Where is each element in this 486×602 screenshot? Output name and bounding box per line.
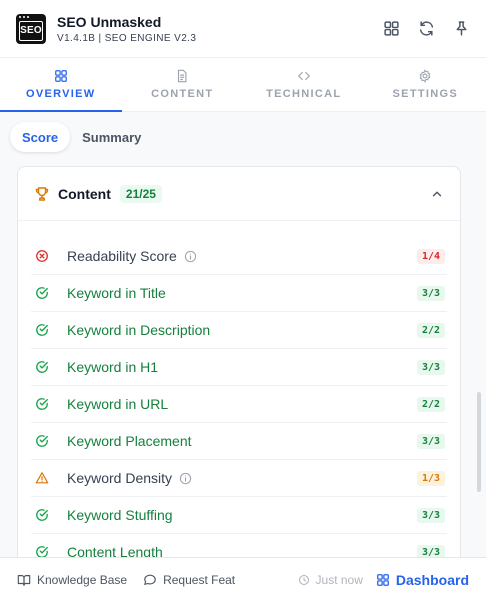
- check-row[interactable]: Keyword in Title 3/3: [31, 275, 447, 312]
- check-row[interactable]: Keyword in H1 3/3: [31, 349, 447, 386]
- footer-bar: Knowledge Base Request Feat Just now Das…: [0, 557, 486, 602]
- check-score-badge: 1/3: [416, 470, 445, 486]
- brand: SEO Unmasked V1.4.1B | SEO ENGINE V2.3: [57, 14, 196, 44]
- check-label: Readability Score: [67, 248, 177, 264]
- app-header: SEO SEO Unmasked V1.4.1B | SEO ENGINE V2…: [0, 0, 486, 58]
- chevron-up-icon[interactable]: [430, 187, 444, 201]
- grid-icon: [376, 574, 389, 586]
- check-label: Keyword Density: [67, 470, 173, 486]
- request-feature-label: Request Feat: [163, 573, 236, 587]
- tab-label: SETTINGS: [392, 88, 458, 100]
- tab-technical[interactable]: TECHNICAL: [243, 58, 365, 111]
- app-logo: SEO: [16, 13, 46, 44]
- check-row[interactable]: Readability Score 1/4: [31, 238, 447, 275]
- dashboard-button[interactable]: Dashboard: [376, 572, 469, 588]
- dashboard-label: Dashboard: [395, 572, 469, 588]
- check-score-badge: 1/4: [416, 248, 445, 264]
- clock-icon: [298, 574, 309, 586]
- check-circle-icon: [36, 509, 48, 521]
- pin-icon[interactable]: [453, 20, 470, 37]
- check-circle-icon: [36, 287, 48, 299]
- tab-content[interactable]: CONTENT: [122, 58, 244, 111]
- chat-icon: [144, 574, 156, 585]
- check-label: Keyword in Title: [67, 285, 166, 301]
- request-feature-link[interactable]: Request Feat: [143, 573, 235, 587]
- book-icon: [17, 575, 31, 586]
- checks-list: Readability Score 1/4 Keyword in Title 3/3 K…: [18, 221, 460, 565]
- check-row[interactable]: Keyword in Description 2/2: [31, 312, 447, 349]
- check-score-badge: 3/3: [416, 359, 445, 375]
- section-title: Content: [58, 185, 111, 202]
- section-score-badge: 21/25: [119, 184, 162, 203]
- logo-text: SEO: [19, 20, 43, 41]
- check-score-badge: 2/2: [416, 322, 445, 338]
- tab-label: OVERVIEW: [26, 88, 96, 100]
- check-score-badge: 3/3: [416, 433, 445, 449]
- main-tabs: OVERVIEW CONTENT TECHNICAL SETTINGS: [0, 58, 486, 112]
- subtab-score[interactable]: Score: [10, 122, 71, 152]
- tab-overview[interactable]: OVERVIEW: [0, 58, 122, 112]
- check-circle-icon: [36, 398, 48, 410]
- app-title: SEO Unmasked: [57, 13, 162, 30]
- check-circle-icon: [36, 361, 48, 373]
- refresh-icon[interactable]: [418, 20, 435, 37]
- check-label: Keyword in URL: [67, 396, 169, 412]
- document-icon: [178, 69, 187, 83]
- code-icon: [297, 71, 310, 81]
- check-score-badge: 3/3: [416, 507, 445, 523]
- knowledge-base-link[interactable]: Knowledge Base: [17, 573, 127, 587]
- check-label: Keyword in Description: [67, 322, 211, 338]
- x-circle-icon: [36, 250, 48, 262]
- check-row[interactable]: Keyword Density 1/3: [31, 460, 447, 497]
- section-header[interactable]: Content 21/25: [18, 167, 460, 221]
- tab-label: TECHNICAL: [266, 88, 342, 100]
- sub-tabs: Score Summary: [0, 112, 486, 164]
- check-label: Keyword Stuffing: [67, 507, 173, 523]
- grid-icon: [54, 70, 67, 82]
- subtab-summary[interactable]: Summary: [70, 122, 153, 152]
- check-circle-icon: [36, 324, 48, 336]
- app-version: V1.4.1B | SEO ENGINE V2.3: [57, 32, 197, 44]
- header-actions: [383, 20, 470, 37]
- trophy-icon: [35, 186, 49, 201]
- scrollbar-thumb[interactable]: [477, 392, 481, 492]
- check-row[interactable]: Keyword Placement 3/3: [31, 423, 447, 460]
- check-row[interactable]: Keyword Stuffing 3/3: [31, 497, 447, 534]
- check-circle-icon: [36, 435, 48, 447]
- knowledge-base-label: Knowledge Base: [37, 573, 128, 587]
- info-icon[interactable]: [179, 472, 192, 485]
- check-label: Keyword in H1: [67, 359, 159, 375]
- check-score-badge: 2/2: [416, 396, 445, 412]
- check-score-badge: 3/3: [416, 285, 445, 301]
- check-row[interactable]: Keyword in URL 2/2: [31, 386, 447, 423]
- info-icon[interactable]: [184, 250, 197, 263]
- warning-triangle-icon: [35, 472, 49, 484]
- check-label: Keyword Placement: [67, 433, 192, 449]
- tab-settings[interactable]: SETTINGS: [365, 58, 486, 111]
- gear-icon: [419, 69, 431, 83]
- grid-icon[interactable]: [383, 20, 400, 37]
- timestamp: Just now: [315, 573, 363, 587]
- content-section-card: Content 21/25 Readability Score 1/4 Keywor…: [17, 166, 461, 566]
- last-updated: Just now: [298, 573, 363, 587]
- tab-label: CONTENT: [151, 88, 214, 100]
